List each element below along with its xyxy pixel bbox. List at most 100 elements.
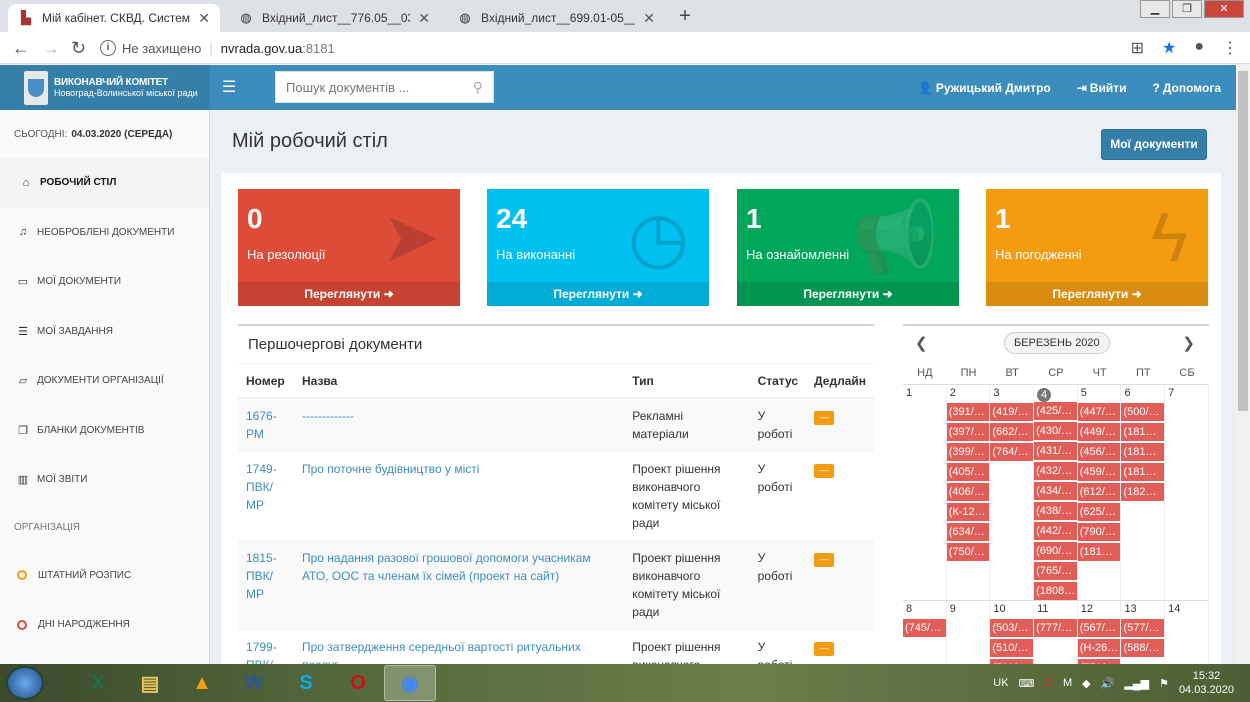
table-row[interactable]: 1799-ПВК/МР Про затвердження середньої в…	[238, 629, 874, 664]
calendar-event[interactable]: (500/…	[1121, 403, 1165, 421]
calendar-event[interactable]: (405/…	[946, 463, 990, 481]
chevron-right-icon[interactable]: ❯	[1182, 334, 1195, 352]
sidebar-item-my-tasks[interactable]: ☰ МОЇ ЗАВДАННЯ	[0, 307, 209, 357]
doc-number-link[interactable]: 1749-ПВК/МР	[246, 462, 277, 512]
calendar-event[interactable]: (1808…	[1034, 582, 1077, 600]
calendar-event[interactable]: (662/…	[990, 423, 1034, 441]
sidebar-item-reports[interactable]: ▥ МОЇ ЗВІТИ	[0, 455, 209, 505]
sidebar-item-my-documents[interactable]: ▭ МОЇ ДОКУМЕНТИ	[0, 257, 209, 307]
calendar-event[interactable]: (690/…	[1034, 542, 1077, 560]
calendar-event[interactable]: (634/…	[946, 523, 990, 541]
calendar-event[interactable]: (777/…	[1034, 619, 1077, 637]
calendar-event[interactable]: (438/…	[1034, 502, 1077, 520]
logout-link[interactable]: ⇥ Вийти	[1077, 81, 1127, 95]
view-link[interactable]: Переглянути ➜	[487, 282, 709, 306]
minimize-button[interactable]: ▁	[1140, 0, 1170, 18]
calendar-event[interactable]: (625/…	[1077, 503, 1121, 521]
sidebar-item-staff[interactable]: ШТАТНИЙ РОЗПИС	[0, 551, 209, 601]
calendar-day[interactable]: 4 (425/… (430/… (431/… (432/… (434/… (438/… (44…	[1034, 385, 1078, 600]
view-link[interactable]: Переглянути ➜	[737, 282, 959, 306]
logo[interactable]: ВИКОНАВЧИЙ КОМІТЕТ Новоград-Волинської м…	[0, 65, 210, 110]
maximize-button[interactable]: ❐	[1172, 0, 1202, 18]
app-triangle-icon[interactable]: ▲	[176, 665, 228, 701]
flag-icon[interactable]: ⚑	[1159, 677, 1169, 690]
calendar-event[interactable]: (449/…	[1077, 423, 1121, 441]
calendar-event[interactable]: (790/…	[1077, 523, 1121, 541]
calendar-event[interactable]: (182…	[1121, 483, 1165, 501]
tab-active[interactable]: ▙ Мій кабінет. СКВД. Система ко ✕	[8, 4, 220, 32]
calendar-day[interactable]: 10(503/…(510/…(511/…	[990, 601, 1035, 664]
calendar-event[interactable]: (181…	[1121, 443, 1165, 461]
sidebar-item-unprocessed[interactable]: ♫ НЕОБРОБЛЕНІ ДОКУМЕНТИ	[0, 208, 209, 258]
calendar-event[interactable]: (406/…	[946, 483, 990, 501]
doc-number-link[interactable]: 1676-РМ	[246, 409, 277, 441]
reload-icon[interactable]: ↻	[71, 38, 86, 58]
volume-icon[interactable]: 🔊	[1101, 677, 1115, 690]
calendar-event[interactable]: (765/…	[1034, 562, 1077, 580]
doc-name-link[interactable]: Про затвердження середньої вартості риту…	[302, 640, 581, 664]
calendar-event[interactable]: (442/…	[1034, 522, 1077, 540]
keyboard-icon[interactable]: ⌨	[1019, 677, 1035, 690]
calendar-day[interactable]: 9	[947, 601, 991, 664]
doc-name-link[interactable]: Про поточне будівництво у місті	[302, 462, 480, 476]
calendar-event[interactable]: (431/…	[1034, 442, 1077, 460]
calendar-event[interactable]: (577/…	[1121, 619, 1165, 637]
close-tab-icon[interactable]: ✕	[643, 10, 655, 27]
opera-tray-icon[interactable]: O	[1044, 677, 1053, 689]
calendar-event[interactable]: (К-12…	[946, 503, 990, 521]
search-input[interactable]	[286, 79, 473, 95]
calendar-day[interactable]: 5 (447/… (449/… (456/… (459/… (612/… (625/… (79…	[1077, 385, 1122, 600]
network-icon[interactable]: ▂▄▆	[1124, 677, 1149, 690]
calendar-event[interactable]: (764/…	[990, 443, 1034, 461]
calendar-event[interactable]: (391/…	[946, 403, 990, 421]
calendar-day[interactable]: 3 (419/… (662/… (764/…	[990, 385, 1035, 600]
clock[interactable]: 15:32 04.03.2020	[1179, 669, 1234, 697]
tab-2[interactable]: ◍ Вхідний_лист__776.05__03-03-20 ✕	[228, 4, 440, 32]
calendar-event[interactable]: (459/…	[1077, 463, 1121, 481]
calendar-event[interactable]: (434/…	[1034, 482, 1077, 500]
calendar-event[interactable]: (612/…	[1077, 483, 1121, 501]
sidebar-item-desktop[interactable]: ⌂ РОБОЧИЙ СТІЛ	[0, 158, 209, 208]
user-link[interactable]: 👤 Ружицький Дмитро	[918, 81, 1051, 95]
scrollbar-thumb[interactable]	[1238, 71, 1248, 411]
doc-name-link[interactable]: Про надання разової грошової допомоги уч…	[302, 551, 591, 583]
start-button[interactable]	[6, 666, 44, 700]
calendar-day[interactable]: 8 (745/…	[903, 601, 947, 664]
excel-icon[interactable]: X	[72, 665, 124, 701]
sidebar-item-org-documents[interactable]: ▱ ДОКУМЕНТИ ОРГАНІЗАЦІЇ	[0, 356, 209, 406]
close-tab-icon[interactable]: ✕	[418, 10, 430, 27]
calendar-day[interactable]: 11 (777/…	[1034, 601, 1078, 664]
calendar-day[interactable]: 6 (500/… (181… (181… (181… (182…	[1121, 385, 1166, 600]
view-link[interactable]: Переглянути ➜	[238, 282, 460, 306]
word-icon[interactable]: W	[228, 665, 280, 701]
sidebar-item-birthdays[interactable]: ДНІ НАРОДЖЕННЯ	[0, 600, 209, 650]
calendar-event[interactable]: (567/…	[1077, 619, 1121, 637]
calendar-event[interactable]: (745/…	[903, 619, 946, 637]
close-tab-icon[interactable]: ✕	[198, 10, 210, 27]
calendar-month-button[interactable]: БЕРЕЗЕНЬ 2020	[1004, 332, 1110, 354]
table-row[interactable]: 1749-ПВК/МР Про поточне будівництво у мі…	[238, 451, 874, 541]
calendar-event[interactable]: (425/…	[1034, 402, 1077, 420]
doc-number-link[interactable]: 1815-ПВК/МР	[246, 551, 277, 601]
chrome-icon[interactable]: ◉	[384, 665, 436, 701]
language-indicator[interactable]: UK	[993, 677, 1008, 689]
calendar-event[interactable]: (588/…	[1121, 639, 1165, 657]
translate-icon[interactable]: ⊞	[1131, 38, 1144, 58]
col-type[interactable]: Тип	[624, 364, 750, 399]
calendar-event[interactable]: (430/…	[1034, 422, 1077, 440]
calendar-event[interactable]: (510/…	[990, 639, 1034, 657]
calendar-day[interactable]: 14	[1165, 601, 1209, 664]
calendar-event[interactable]: (456/…	[1077, 443, 1121, 461]
close-window-button[interactable]: ✕	[1204, 0, 1244, 18]
col-number[interactable]: Номер	[238, 364, 294, 399]
file-explorer-icon[interactable]: ▤	[124, 665, 176, 701]
calendar-day[interactable]: 13 (577/… (588/…	[1121, 601, 1166, 664]
col-status[interactable]: Статус	[749, 364, 807, 399]
calendar-event[interactable]: (397/…	[946, 423, 990, 441]
hamburger-menu-icon[interactable]: ☰	[222, 77, 236, 97]
calendar-event[interactable]: (419/…	[990, 403, 1034, 421]
calendar-event[interactable]: (181…	[1121, 423, 1165, 441]
new-tab-button[interactable]: +	[674, 5, 696, 27]
calendar-event[interactable]: (181…	[1077, 543, 1121, 561]
chevron-left-icon[interactable]: ❮	[915, 334, 928, 352]
